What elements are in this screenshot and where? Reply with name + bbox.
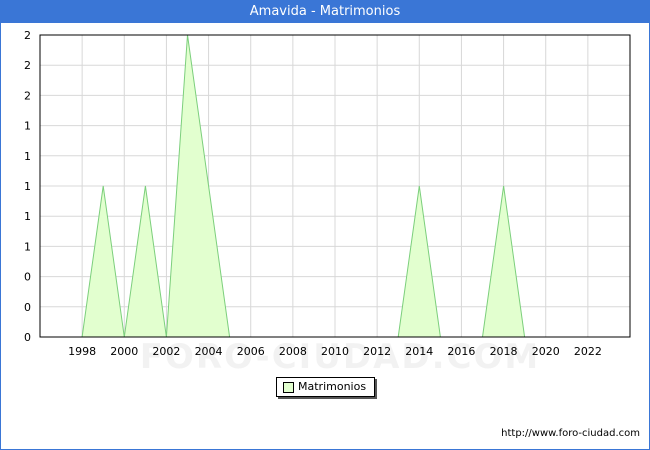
x-tick-label: 2022 <box>574 345 602 358</box>
x-tick-label: 2016 <box>447 345 475 358</box>
legend-label: Matrimonios <box>298 380 367 393</box>
y-tick-label: 0 <box>24 301 31 314</box>
x-tick-label: 2020 <box>532 345 560 358</box>
x-tick-label: 2000 <box>110 345 138 358</box>
x-tick-label: 2010 <box>321 345 349 358</box>
y-tick-label: 0 <box>24 331 31 344</box>
y-tick-label: 1 <box>24 180 31 193</box>
x-tick-label: 2018 <box>490 345 518 358</box>
legend-swatch <box>283 382 294 393</box>
x-tick-label: 2008 <box>279 345 307 358</box>
x-tick-label: 2012 <box>363 345 391 358</box>
x-tick-label: 1998 <box>68 345 96 358</box>
y-tick-label: 1 <box>24 240 31 253</box>
x-tick-label: 2006 <box>237 345 265 358</box>
y-tick-label: 1 <box>24 150 31 163</box>
y-tick-label: 2 <box>24 89 31 102</box>
y-tick-label: 2 <box>24 29 31 42</box>
x-tick-label: 2004 <box>195 345 223 358</box>
y-tick-label: 1 <box>24 210 31 223</box>
legend: Matrimonios <box>276 377 375 397</box>
x-tick-label: 2014 <box>405 345 433 358</box>
source-url: http://www.foro-ciudad.com <box>501 428 640 439</box>
y-tick-label: 2 <box>24 59 31 72</box>
y-tick-label: 0 <box>24 271 31 284</box>
y-tick-label: 1 <box>24 120 31 133</box>
x-tick-label: 2002 <box>152 345 180 358</box>
